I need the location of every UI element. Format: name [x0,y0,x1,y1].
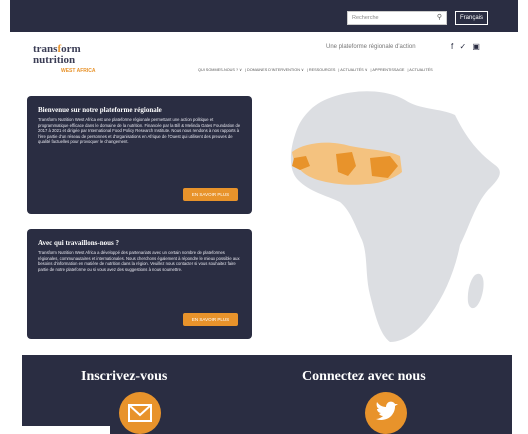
welcome-body: Transform Nutrition West Africa est une … [38,117,241,145]
connect-title: Connectez avec nous [302,369,426,384]
africa-shape [290,91,500,342]
search-icon[interactable]: ⚲ [437,12,442,24]
nav-item-news-2[interactable]: ACTUALITÉS [409,68,432,72]
madagascar-shape [467,273,484,309]
nav-item-about[interactable]: QUI SOMMES-NOUS ? ∨ [198,68,242,72]
nav-item-resources[interactable]: RESSOURCES [309,68,336,72]
twitter-icon[interactable] [365,392,407,434]
partners-learn-more-button[interactable]: EN SAVOIR PLUS [183,313,238,326]
footer-cta: Inscrivez-vous Connectez avec nous [22,355,512,434]
partners-title: Avec qui travaillons-nous ? [38,239,119,247]
top-bar: Recherche ⚲ Français [10,0,518,32]
tagline: Une plateforme régionale d'action [326,44,416,50]
bottom-left-white-strip [0,426,110,434]
logo-subtitle: WEST AFRICA [61,68,96,74]
africa-map [290,91,500,342]
welcome-title: Bienvenue sur notre plateforme régionale [38,106,162,114]
learn-more-button[interactable]: EN SAVOIR PLUS [183,188,238,201]
search-input[interactable]: Recherche ⚲ [347,11,447,25]
main-nav: QUI SOMMES-NOUS ? ∨ | DOMAINES D'INTERVEN… [198,68,433,72]
mail-icon[interactable] [119,392,161,434]
language-button[interactable]: Français [455,11,488,25]
site-logo[interactable]: transform nutrition WEST AFRICA [33,44,96,77]
logo-line2: nutrition [33,54,76,66]
search-placeholder: Recherche [352,15,379,21]
welcome-card: Bienvenue sur notre plateforme régionale… [27,96,252,214]
partners-card: Avec qui travaillons-nous ? Transform Nu… [27,229,252,339]
nav-item-domains[interactable]: DOMAINES D'INTERVENTION ∨ [247,68,304,72]
signup-title: Inscrivez-vous [81,369,168,384]
nav-item-learning[interactable]: APPRENTISSAGE [372,68,404,72]
nav-item-news[interactable]: ACTUALITÉS ∨ [340,68,367,72]
partners-body: Transform Nutrition West Africa a dévelo… [38,250,240,272]
social-icons[interactable]: f ✓ ▣ [451,42,482,51]
